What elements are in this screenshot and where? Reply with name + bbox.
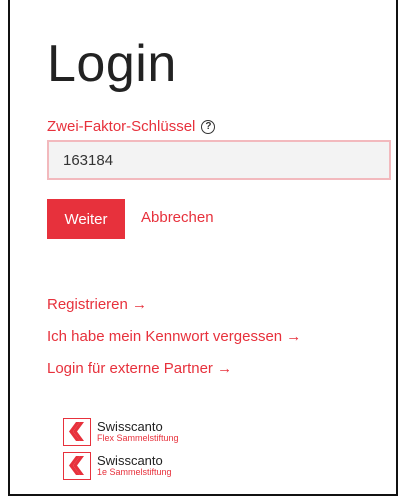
abbrechen-button[interactable]: Abbrechen [141, 209, 214, 226]
two-factor-input-wrapper [47, 140, 391, 180]
brand-name: Swisscanto [97, 419, 163, 435]
brand-flex-sammelstiftung[interactable]: Swisscanto Flex Sammelstiftung [63, 418, 179, 446]
swisscanto-logo-icon [63, 452, 91, 480]
register-link[interactable]: Registrieren → [47, 296, 147, 313]
brand-1e-sammelstiftung[interactable]: Swisscanto 1e Sammelstiftung [63, 452, 172, 480]
login-panel: Login Zwei-Faktor-Schlüssel ? Weiter Abb… [8, 0, 398, 496]
brand-text: Swisscanto 1e Sammelstiftung [97, 454, 172, 477]
two-factor-label-text: Zwei-Faktor-Schlüssel [47, 118, 196, 135]
brand-subtitle: 1e Sammelstiftung [97, 467, 172, 478]
brand-name: Swisscanto [97, 453, 163, 469]
forgot-password-link[interactable]: Ich habe mein Kennwort vergessen → [47, 328, 301, 345]
page-title: Login [47, 35, 177, 93]
two-factor-label: Zwei-Faktor-Schlüssel ? [47, 118, 216, 135]
swisscanto-logo-icon [63, 418, 91, 446]
brand-text: Swisscanto Flex Sammelstiftung [97, 420, 179, 443]
brand-subtitle: Flex Sammelstiftung [97, 433, 179, 444]
question-circle-icon[interactable]: ? [201, 119, 216, 134]
weiter-button[interactable]: Weiter [47, 199, 125, 239]
external-partner-login-link[interactable]: Login für externe Partner → [47, 360, 232, 377]
two-factor-input[interactable] [49, 142, 389, 178]
